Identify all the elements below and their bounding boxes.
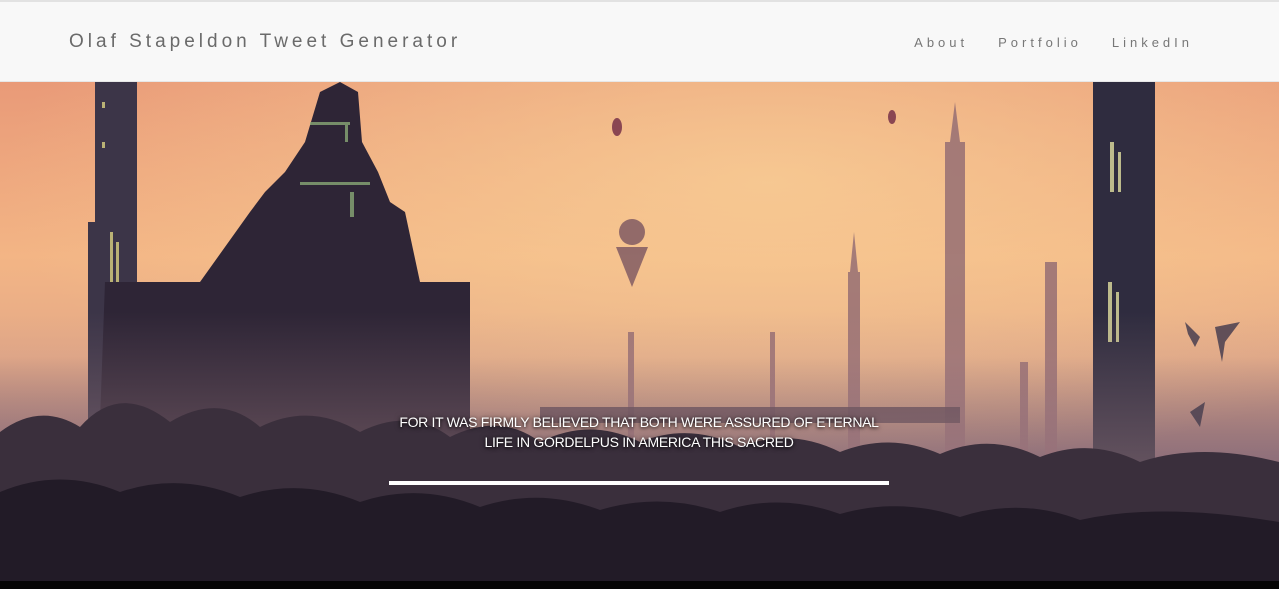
tweet-divider <box>389 481 889 485</box>
tweet-text: FOR IT WAS FIRMLY BELIEVED THAT BOTH WER… <box>399 414 879 450</box>
nav-portfolio-link[interactable]: Portfolio <box>998 35 1082 50</box>
page-bottom-edge <box>0 581 1279 589</box>
hero-background-image <box>0 82 1279 581</box>
nav-linkedin-link[interactable]: LinkedIn <box>1112 35 1193 50</box>
brand-link[interactable]: Olaf Stapeldon Tweet Generator <box>69 31 461 53</box>
navbar: Olaf Stapeldon Tweet Generator About Por… <box>0 0 1279 82</box>
nav-about-link[interactable]: About <box>914 35 968 50</box>
nav-links: About Portfolio LinkedIn <box>914 35 1193 50</box>
hero-section: FOR IT WAS FIRMLY BELIEVED THAT BOTH WER… <box>0 82 1279 581</box>
